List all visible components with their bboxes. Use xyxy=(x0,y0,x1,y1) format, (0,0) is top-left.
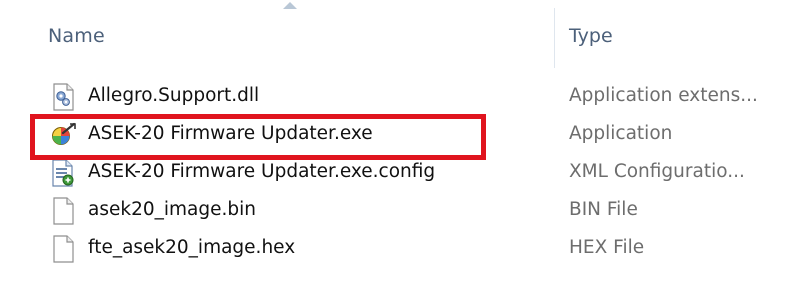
file-type: HEX File xyxy=(569,237,645,258)
column-header-name[interactable]: Name xyxy=(0,0,554,70)
file-name: fte_asek20_image.hex xyxy=(88,237,296,258)
file-name: Allegro.Support.dll xyxy=(88,85,260,106)
file-row[interactable]: asek20_image.bin BIN File xyxy=(0,192,787,230)
file-type: Application extens... xyxy=(569,85,758,106)
file-name: ASEK-20 Firmware Updater.exe.config xyxy=(88,161,436,182)
blank-file-icon xyxy=(50,197,76,225)
file-row[interactable]: Allegro.Support.dll Application extens..… xyxy=(0,78,787,116)
sort-ascending-icon xyxy=(283,2,297,9)
column-header-type[interactable]: Type xyxy=(555,0,787,70)
file-type: XML Configuratio... xyxy=(569,161,745,182)
file-explorer-list: Name Type Allegro.Support.dll Applicatio… xyxy=(0,0,787,308)
file-name: asek20_image.bin xyxy=(88,199,256,220)
file-row[interactable]: fte_asek20_image.hex HEX File xyxy=(0,230,787,268)
blank-file-icon xyxy=(50,235,76,263)
xml-config-file-icon xyxy=(50,159,76,187)
column-header-type-label: Type xyxy=(569,25,613,47)
column-header-name-label: Name xyxy=(48,25,105,47)
file-type: BIN File xyxy=(569,199,638,220)
column-header-bar: Name Type xyxy=(0,0,787,70)
dll-file-icon xyxy=(50,83,76,111)
highlight-annotation-box xyxy=(30,114,486,160)
file-type: Application xyxy=(569,123,673,144)
